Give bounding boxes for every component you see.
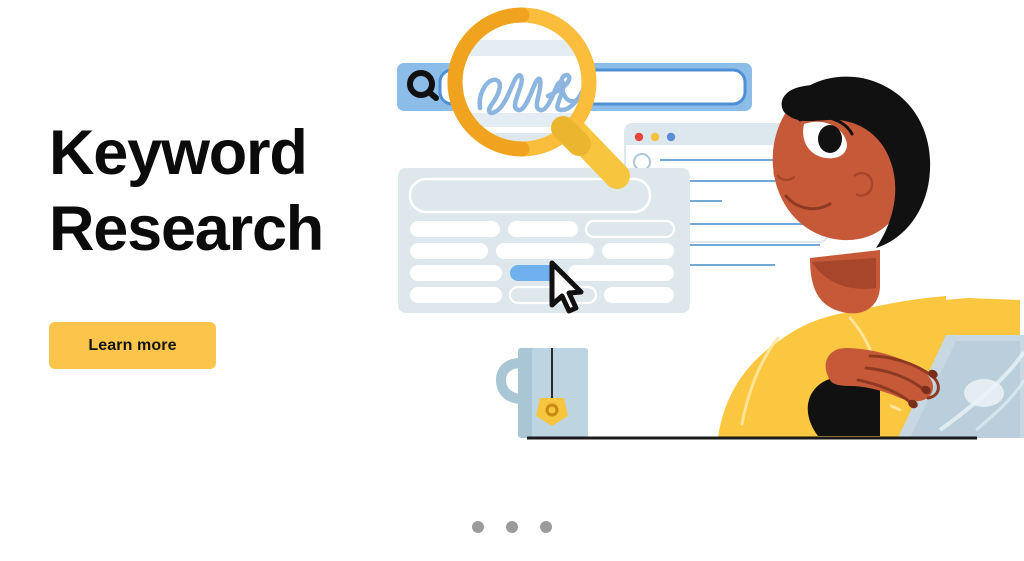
page-title-line-1: Keyword (49, 118, 308, 188)
close-dot (634, 132, 644, 142)
slide-canvas: Keyword Research Learn more (0, 0, 1024, 561)
carousel-dot-2[interactable] (506, 521, 518, 533)
coffee-mug (496, 348, 588, 438)
learn-more-button[interactable]: Learn more (49, 322, 216, 369)
illustration-form-card-overlay (398, 168, 690, 313)
page-title: Keyword Research (49, 115, 379, 267)
hero-copy: Keyword Research (49, 115, 379, 267)
magnifying-glass-icon (447, 7, 630, 189)
page-title-line-2: Research (49, 194, 324, 264)
minimize-dot (650, 132, 660, 142)
carousel-dot-1[interactable] (472, 521, 484, 533)
maximize-dot (666, 132, 676, 142)
carousel-dots (0, 521, 1024, 533)
carousel-dot-3[interactable] (540, 521, 552, 533)
keyword-research-illustration (380, 0, 1024, 470)
